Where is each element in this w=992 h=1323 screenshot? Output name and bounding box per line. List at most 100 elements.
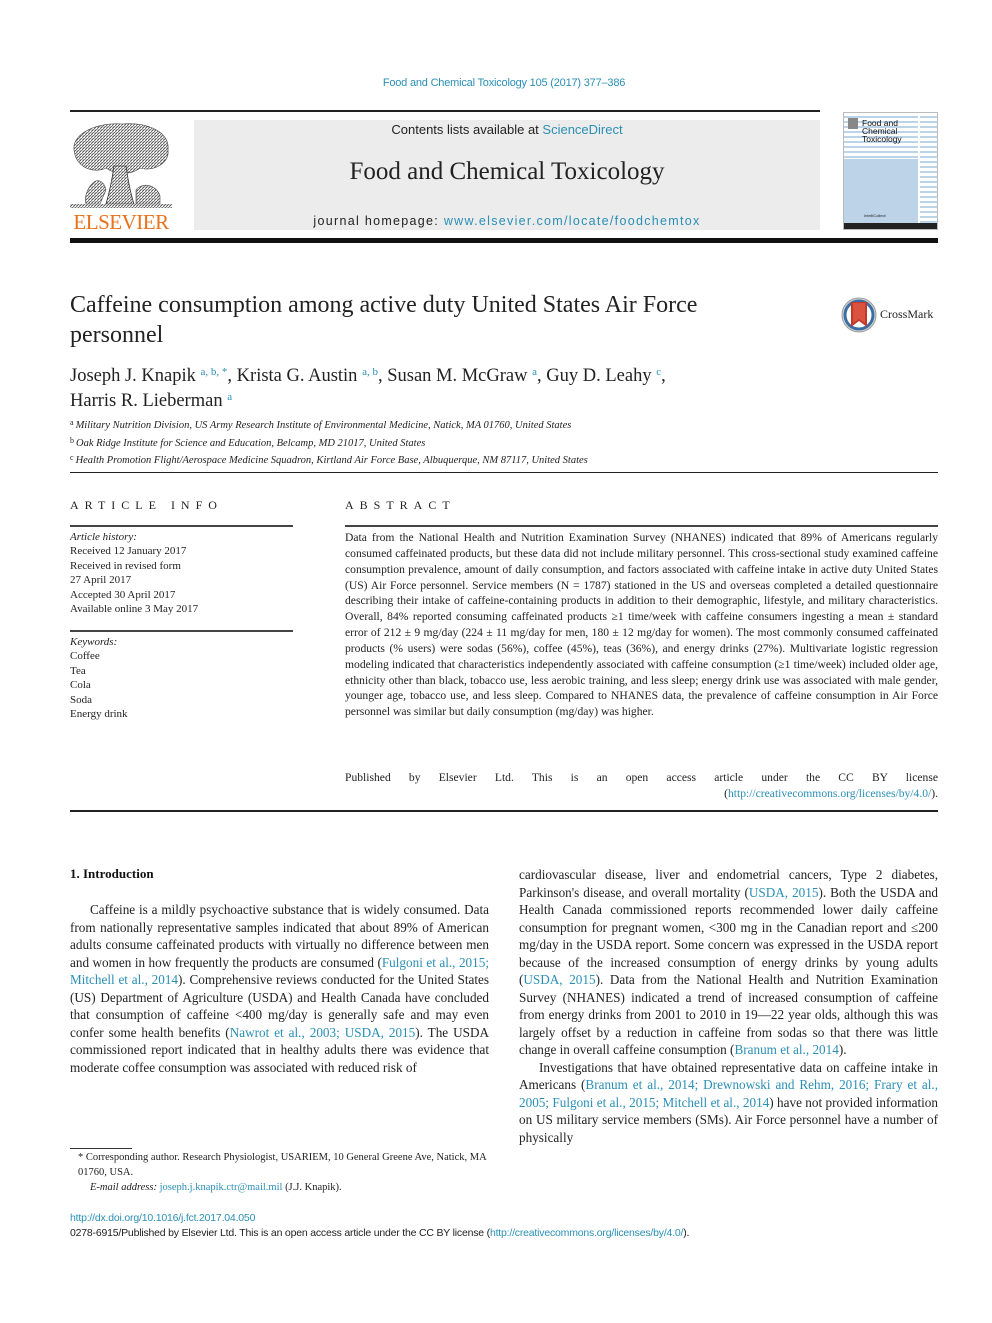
article-info-heading: ARTICLE INFO: [70, 498, 223, 512]
affiliation-marker[interactable]: a, b, *: [201, 366, 228, 378]
history-entry: 27 April 2017: [70, 574, 132, 587]
intro-paragraph: Investigations that have obtained repres…: [519, 1059, 939, 1145]
corresponding-author-footnote: * Corresponding author. Research Physiol…: [70, 1151, 489, 1195]
abstract-bottom-rule: [70, 810, 938, 812]
affiliation-text: Health Promotion Flight/Aerospace Medici…: [75, 455, 588, 467]
affiliation-marker[interactable]: a, b: [362, 366, 378, 378]
author[interactable]: Harris R. Lieberman a: [70, 391, 232, 411]
intro-paragraph: Caffeine is a mildly psychoactive substa…: [70, 902, 490, 1075]
author-name[interactable]: Guy D. Leahy: [546, 366, 651, 386]
keywords-rule: [70, 630, 293, 632]
footnote-text: * Corresponding author. Research Physiol…: [78, 1152, 487, 1178]
author-name[interactable]: Susan M. McGraw: [387, 366, 527, 386]
elsevier-wordmark: ELSEVIER: [73, 210, 169, 234]
copyright-suffix: ).: [683, 1227, 690, 1239]
elsevier-logo[interactable]: ELSEVIER: [70, 120, 172, 234]
copyright-line: 0278-6915/Published by Elsevier Ltd. Thi…: [70, 1226, 938, 1241]
citation-link[interactable]: Branum et al., 2014; Drewnowski and Rehm…: [519, 1077, 938, 1110]
license-link[interactable]: http://creativecommons.org/licenses/by/4…: [728, 787, 931, 800]
email-suffix: (J.J. Knapik).: [282, 1181, 342, 1193]
citation-link[interactable]: Branum et al., 2014: [734, 1042, 838, 1057]
abstract-license: Published by Elsevier Ltd. This is an op…: [345, 770, 938, 802]
article-history: Article history: Received 12 January 201…: [70, 530, 293, 616]
cover-title-line: Toxicology: [862, 134, 902, 144]
masthead-thick-rule: [70, 238, 938, 243]
author-name[interactable]: Joseph J. Knapik: [70, 366, 196, 386]
author-name[interactable]: Harris R. Lieberman: [70, 391, 223, 411]
citation-link[interactable]: Nawrot et al., 2003; USDA, 2015: [230, 1025, 416, 1040]
keyword: Tea: [70, 664, 86, 677]
history-entry: Accepted 30 April 2017: [70, 588, 176, 601]
body-column-left: Caffeine is a mildly psychoactive substa…: [70, 901, 489, 1076]
journal-cover-thumbnail[interactable]: Food and Chemical Toxicology IntelliColl…: [843, 112, 938, 230]
section-heading-introduction: 1. Introduction: [70, 866, 154, 881]
homepage-link[interactable]: www.elsevier.com/locate/foodchemtox: [444, 214, 701, 228]
footnote-rule: [70, 1148, 132, 1149]
affiliation: b Oak Ridge Institute for Science and Edu…: [70, 434, 830, 452]
citation-link[interactable]: Fulgoni et al., 2015; Mitchell et al., 2…: [70, 955, 489, 988]
cover-title: Food and Chemical Toxicology: [862, 119, 902, 144]
affiliation: c Health Promotion Flight/Aerospace Medic…: [70, 451, 830, 469]
license-suffix: ).: [931, 786, 938, 800]
cover-footer-bar: [844, 223, 937, 229]
cover-elsevier-emblem-icon: [848, 118, 858, 129]
author[interactable]: Krista G. Austin a, b: [237, 366, 378, 386]
elsevier-tree-icon: [70, 123, 172, 208]
affiliation-mark: c: [70, 453, 74, 463]
crossmark-icon: [841, 297, 877, 333]
keyword: Coffee: [70, 650, 100, 663]
author-separator: ,: [227, 366, 237, 386]
doi-block: http://dx.doi.org/10.1016/j.fct.2017.04.…: [70, 1211, 938, 1241]
journal-masthead: Contents lists available at ScienceDirec…: [194, 120, 820, 230]
affiliation-mark: b: [70, 435, 74, 445]
cover-side-panel: [920, 113, 937, 225]
affiliation-mark: a: [70, 418, 74, 427]
journal-title: Food and Chemical Toxicology: [349, 158, 665, 185]
journal-homepage: journal homepage: www.elsevier.com/locat…: [194, 214, 820, 228]
affiliations: a Military Nutrition Division, US Army Re…: [70, 416, 830, 469]
affiliation: a Military Nutrition Division, US Army Re…: [70, 416, 830, 434]
doi-link[interactable]: http://dx.doi.org/10.1016/j.fct.2017.04.…: [70, 1212, 255, 1224]
keyword: Energy drink: [70, 708, 128, 721]
citation-link[interactable]: USDA, 2015: [523, 972, 595, 987]
history-entry: Received 12 January 2017: [70, 545, 187, 558]
email-label: E-mail address:: [90, 1181, 160, 1193]
article-title: Caffeine consumption among active duty U…: [70, 292, 698, 348]
crossmark-label: CrossMark: [880, 307, 934, 321]
crossmark-badge[interactable]: CrossMark: [840, 295, 940, 335]
author[interactable]: Guy D. Leahy c: [546, 366, 661, 386]
author[interactable]: Joseph J. Knapik a, b, *: [70, 366, 227, 386]
history-label: Article history:: [70, 531, 137, 543]
keyword: Soda: [70, 693, 92, 706]
body-column-right: cardiovascular disease, liver and endome…: [519, 866, 938, 1146]
email-link[interactable]: joseph.j.knapik.ctr@mail.mil: [160, 1182, 283, 1193]
homepage-prefix: journal homepage:: [313, 214, 444, 228]
article-info-rule: [70, 525, 293, 527]
contents-prefix: Contents lists available at: [391, 122, 543, 137]
abstract-body: Data from the National Health and Nutrit…: [345, 531, 938, 719]
intro-paragraph: cardiovascular disease, liver and endome…: [519, 867, 939, 1057]
journal-citation-link[interactable]: Food and Chemical Toxicology 105 (2017) …: [383, 77, 626, 89]
author-name[interactable]: Krista G. Austin: [237, 366, 358, 386]
citation-link[interactable]: USDA, 2015: [749, 885, 819, 900]
affiliation-text: Military Nutrition Division, US Army Res…: [75, 420, 572, 431]
keyword: Cola: [70, 679, 91, 692]
header-rule: [70, 110, 820, 112]
history-entry: Received in revised form: [70, 559, 181, 572]
author-separator: ,: [537, 366, 547, 386]
footnote-email: E-mail address: joseph.j.knapik.ctr@mail…: [70, 1181, 489, 1196]
cover-publisher-label: IntelliCollect: [864, 213, 886, 218]
journal-citation[interactable]: Food and Chemical Toxicology 105 (2017) …: [0, 77, 992, 89]
abstract-rule: [345, 525, 938, 527]
author-separator: ,: [377, 366, 388, 386]
sciencedirect-link[interactable]: ScienceDirect: [542, 122, 622, 137]
history-entry: Available online 3 May 2017: [70, 603, 199, 616]
author[interactable]: Susan M. McGraw a: [387, 366, 537, 386]
copyright-license-link[interactable]: http://creativecommons.org/licenses/by/4…: [490, 1227, 684, 1239]
author-separator: ,: [661, 366, 666, 386]
copyright-text: 0278-6915/Published by Elsevier Ltd. Thi…: [70, 1227, 490, 1239]
affiliation-marker[interactable]: a: [227, 391, 232, 403]
affiliation-text: Oak Ridge Institute for Science and Educ…: [76, 437, 426, 449]
affiliations-rule: [70, 472, 938, 473]
contents-line: Contents lists available at ScienceDirec…: [194, 122, 820, 137]
